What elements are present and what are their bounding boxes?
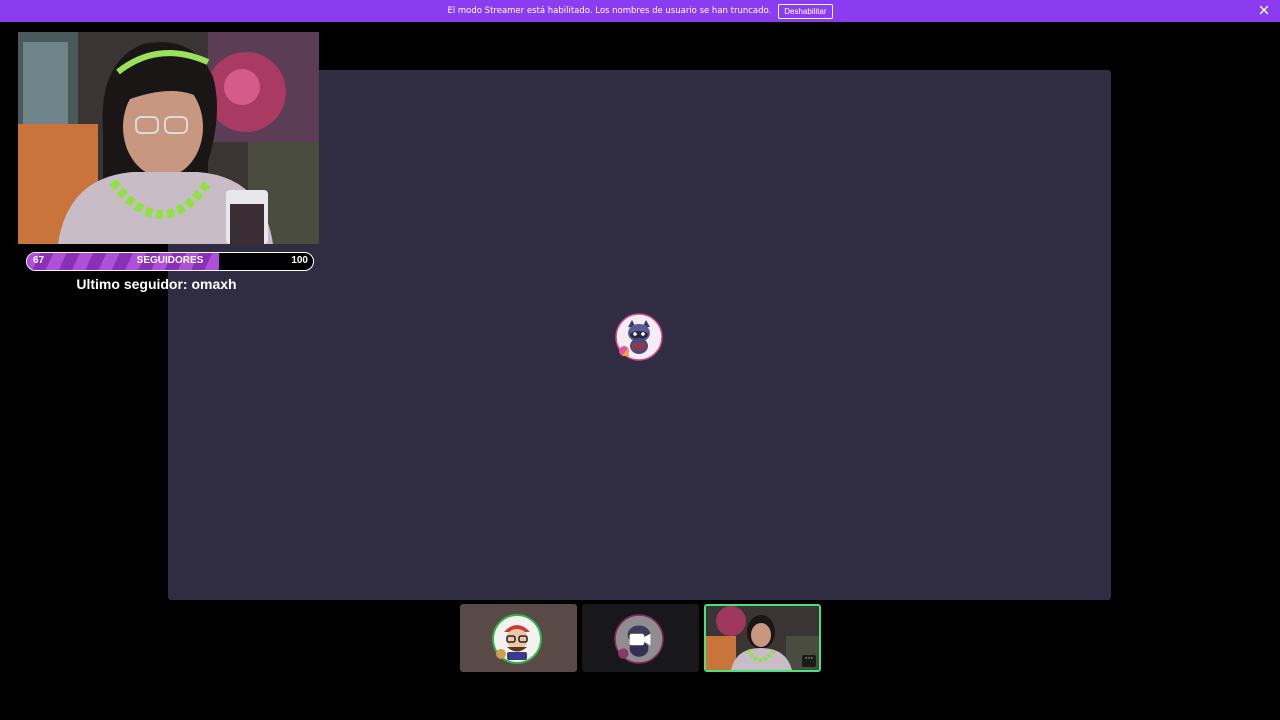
gamer-avatar bbox=[492, 614, 542, 664]
camera-icon bbox=[629, 633, 651, 646]
close-icon[interactable] bbox=[1257, 3, 1271, 17]
streamer-webcam-image bbox=[18, 32, 319, 244]
followers-goal-bar: 67 SEGUIDORES 100 bbox=[26, 252, 314, 271]
participant-tile[interactable] bbox=[460, 604, 577, 672]
followers-goal-label: SEGUIDORES bbox=[136, 255, 204, 266]
raccoon-avatar bbox=[614, 614, 664, 664]
streamer-mode-message: El modo Streamer está habilitado. Los no… bbox=[447, 6, 772, 16]
followers-goal-target: 100 bbox=[291, 255, 308, 266]
last-follower-text: Ultimo seguidor: omaxh bbox=[76, 276, 237, 292]
disable-streamer-mode-button[interactable]: Deshabilitar bbox=[778, 3, 833, 19]
more-options-icon[interactable]: ··· bbox=[802, 655, 816, 667]
streamer-mode-banner: El modo Streamer está habilitado. Los no… bbox=[0, 0, 1280, 22]
webcam-overlay bbox=[18, 32, 319, 244]
participant-tile-active[interactable]: ··· bbox=[704, 604, 821, 672]
participant-tile[interactable] bbox=[582, 604, 699, 672]
raccoon-avatar bbox=[615, 313, 663, 361]
